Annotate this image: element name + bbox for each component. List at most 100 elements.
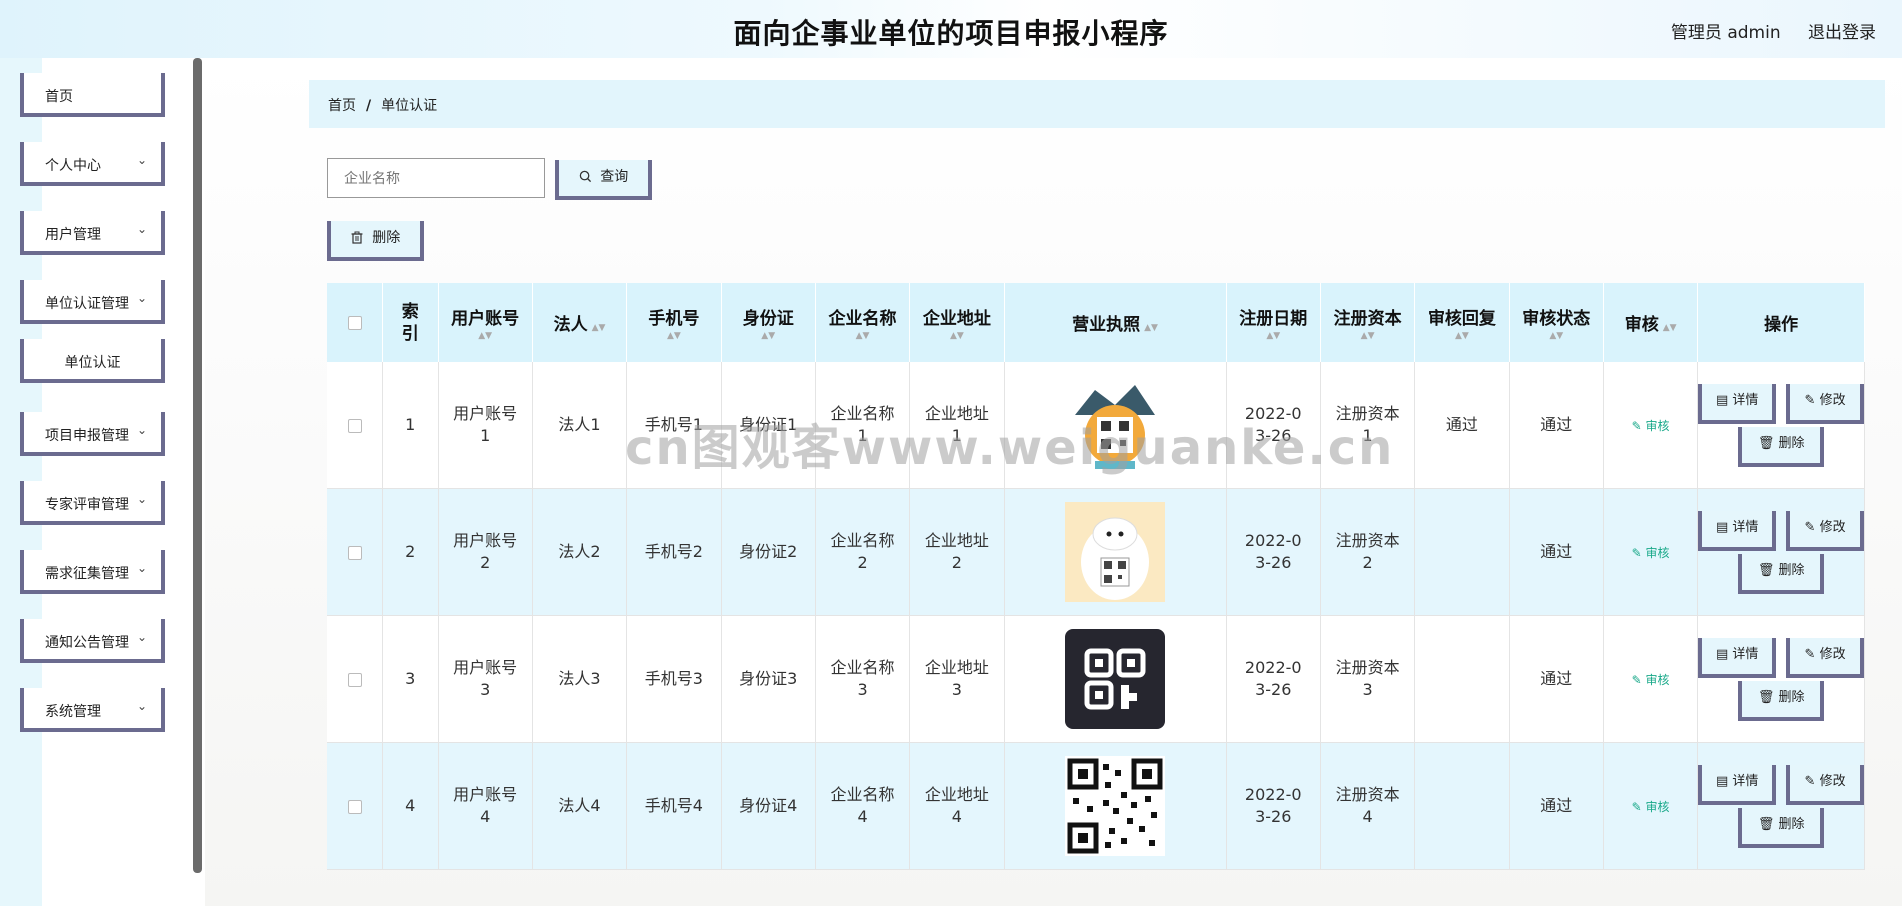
sort-icon[interactable]: ▲▼ [1227, 331, 1320, 341]
row-date: 2022-03-26 [1226, 742, 1321, 870]
col-idcard[interactable]: 身份证 ▲▼ [721, 283, 816, 362]
logout-link[interactable]: 退出登录 [1808, 23, 1876, 43]
edit-button[interactable]: ✎ 修改 [1786, 637, 1864, 678]
batch-delete-button[interactable]: 删除 [327, 221, 424, 261]
select-all-checkbox[interactable] [347, 315, 362, 330]
row-reply [1414, 615, 1510, 743]
row-address-text: 企业地址4 [924, 785, 989, 826]
sidebar-scrollbar[interactable] [193, 58, 202, 873]
col-date[interactable]: 注册日期 ▲▼ [1226, 283, 1321, 362]
sort-icon[interactable]: ▲▼ [1415, 331, 1508, 341]
audit-link[interactable]: ✎ 审核 [1632, 673, 1670, 687]
row-company-text: 企业名称2 [830, 531, 895, 572]
row-account: 用户账号2 [438, 488, 533, 616]
audit-link[interactable]: ✎ 审核 [1632, 800, 1670, 814]
detail-button-label: 详情 [1732, 392, 1759, 408]
detail-button-label: 详情 [1732, 519, 1759, 535]
col-actions-label: 操作 [1764, 315, 1799, 335]
detail-button[interactable]: ▤ 详情 [1698, 764, 1777, 805]
row-audit: ✎ 审核 [1603, 488, 1699, 616]
col-status[interactable]: 审核状态 ▲▼ [1509, 283, 1604, 362]
sidebar-item-label: 项目申报管理 [45, 428, 129, 444]
row-idcard-text: 身份证3 [739, 669, 798, 688]
sort-icon[interactable]: ▲▼ [439, 331, 532, 341]
col-audit[interactable]: 审核 ▲▼ [1603, 283, 1699, 362]
row-checkbox[interactable] [347, 418, 362, 433]
row-date-text: 2022-03-26 [1244, 404, 1302, 445]
search-button-label: 查询 [600, 169, 629, 185]
col-address[interactable]: 企业地址 ▲▼ [909, 283, 1005, 362]
license-image[interactable] [1065, 502, 1166, 602]
sort-icon[interactable]: ▲▼ [1510, 331, 1603, 341]
col-account[interactable]: 用户账号 ▲▼ [438, 283, 533, 362]
trash-icon [351, 230, 372, 246]
sidebar-subitem[interactable]: 单位认证 [20, 339, 165, 383]
delete-button[interactable]: 🗑 删除 [1738, 807, 1825, 848]
col-phone[interactable]: 手机号 ▲▼ [626, 283, 722, 362]
row-index-text: 3 [405, 669, 416, 688]
row-phone: 手机号3 [626, 615, 722, 743]
row-idcard: 身份证3 [721, 615, 816, 743]
edit-button[interactable]: ✎ 修改 [1786, 510, 1864, 551]
delete-button[interactable]: 🗑 删除 [1738, 426, 1825, 467]
col-actions: 操作 [1697, 283, 1865, 362]
license-image[interactable] [1065, 756, 1166, 856]
edit-icon: ✎ [1631, 418, 1646, 433]
col-legal[interactable]: 法人 ▲▼ [532, 283, 628, 362]
sidebar-item[interactable]: 项目申报管理 ⌄ [20, 412, 165, 456]
col-capital[interactable]: 注册资本 ▲▼ [1320, 283, 1416, 362]
row-checkbox[interactable] [347, 672, 362, 687]
row-company: 企业名称4 [815, 742, 911, 870]
sidebar-item[interactable]: 通知公告管理 ⌄ [20, 619, 165, 663]
row-account: 用户账号1 [438, 362, 533, 489]
sort-icon[interactable]: ▲▼ [722, 331, 815, 341]
row-checkbox[interactable] [347, 545, 362, 560]
sidebar-item[interactable]: 专家评审管理 ⌄ [20, 481, 165, 525]
sort-icon[interactable]: ▲▼ [627, 331, 720, 341]
col-license[interactable]: 营业执照 ▲▼ [1004, 283, 1227, 362]
trash-icon: 🗑 [1757, 816, 1779, 832]
col-reply[interactable]: 审核回复 ▲▼ [1414, 283, 1510, 362]
delete-button[interactable]: 🗑 删除 [1738, 680, 1825, 721]
audit-link[interactable]: ✎ 审核 [1632, 546, 1670, 560]
col-idcard-label: 身份证 [742, 309, 794, 329]
company-search-input[interactable] [327, 158, 545, 198]
row-status-text: 通过 [1540, 542, 1573, 561]
breadcrumb-home[interactable]: 首页 [328, 98, 356, 114]
sort-icon[interactable]: ▲▼ [816, 331, 909, 341]
sort-icon[interactable]: ▲▼ [1144, 323, 1158, 333]
sort-icon[interactable]: ▲▼ [592, 323, 606, 333]
audit-link[interactable]: ✎ 审核 [1632, 419, 1670, 433]
row-idcard-text: 身份证1 [739, 415, 798, 434]
license-image[interactable] [1065, 375, 1166, 475]
search-button[interactable]: 查询 [555, 160, 652, 200]
sidebar-item[interactable]: 需求征集管理 ⌄ [20, 550, 165, 594]
row-status: 通过 [1509, 615, 1604, 743]
detail-button[interactable]: ▤ 详情 [1698, 637, 1777, 678]
row-audit: ✎ 审核 [1603, 742, 1699, 870]
row-legal: 法人1 [532, 362, 628, 489]
sidebar-item[interactable]: 系统管理 ⌄ [20, 688, 165, 732]
row-checkbox[interactable] [347, 799, 362, 814]
col-company[interactable]: 企业名称 ▲▼ [815, 283, 911, 362]
license-image[interactable] [1065, 629, 1166, 729]
sort-icon[interactable]: ▲▼ [910, 331, 1003, 341]
row-reply [1414, 488, 1510, 616]
detail-button[interactable]: ▤ 详情 [1698, 383, 1777, 424]
trash-icon: 🗑 [1757, 435, 1779, 451]
row-idcard: 身份证1 [721, 362, 816, 489]
sidebar-item[interactable]: 首页 [20, 73, 165, 117]
detail-button[interactable]: ▤ 详情 [1698, 510, 1777, 551]
sort-icon[interactable]: ▲▼ [1663, 323, 1677, 333]
delete-button[interactable]: 🗑 删除 [1738, 553, 1825, 594]
sidebar-item[interactable]: 单位认证管理 ⌄ [20, 280, 165, 324]
row-legal: 法人2 [532, 488, 628, 616]
sidebar-item[interactable]: 用户管理 ⌄ [20, 211, 165, 255]
row-index: 2 [382, 488, 439, 616]
sidebar-item[interactable]: 个人中心 ⌄ [20, 142, 165, 186]
edit-button[interactable]: ✎ 修改 [1786, 764, 1864, 805]
sort-icon[interactable]: ▲▼ [1321, 331, 1414, 341]
col-capital-label: 注册资本 [1333, 309, 1402, 329]
edit-button[interactable]: ✎ 修改 [1786, 383, 1864, 424]
pencil-icon: ✎ [1804, 392, 1820, 408]
